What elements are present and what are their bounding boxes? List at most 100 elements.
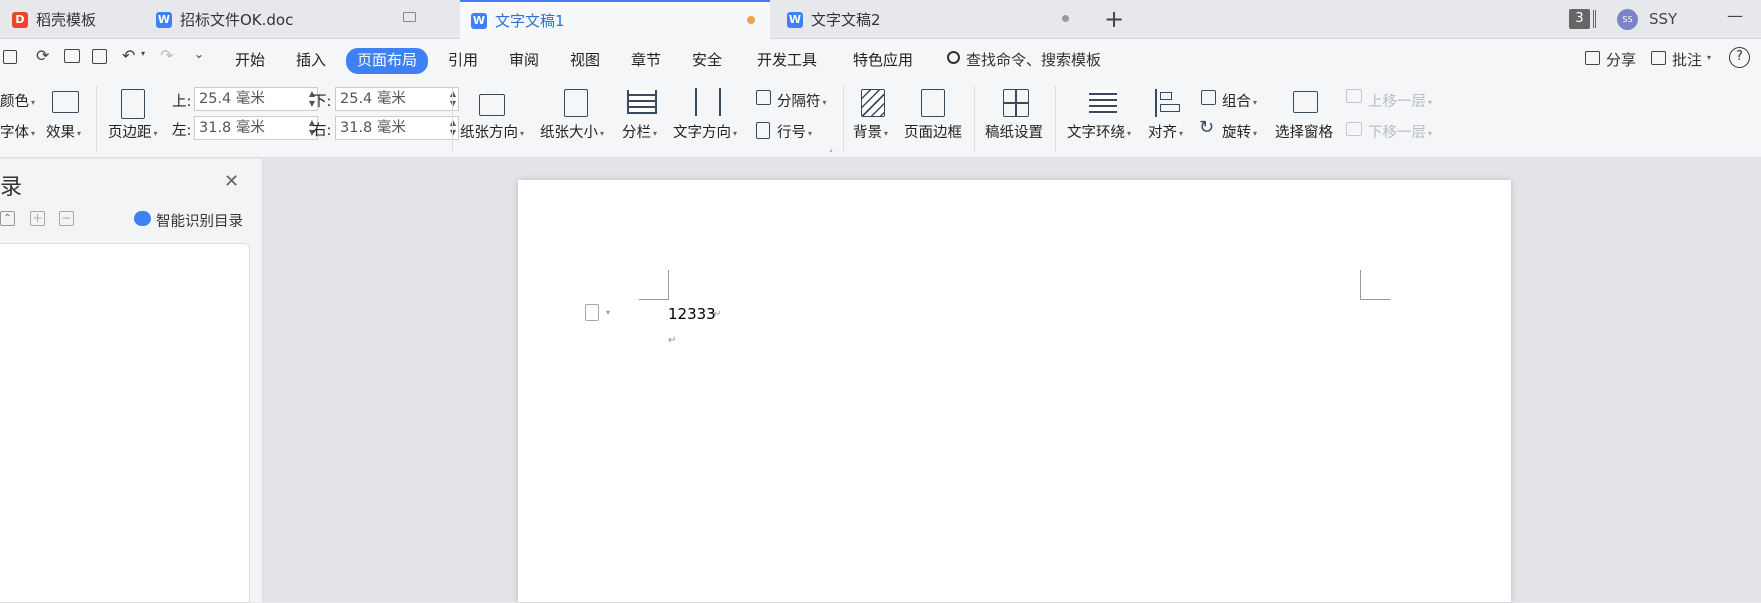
collapse-all-icon[interactable]: ⌃ xyxy=(0,211,15,226)
collapse-icon[interactable]: − xyxy=(59,211,74,226)
selection-pane-button[interactable]: 选择窗格 xyxy=(1275,121,1333,142)
wps-writer-icon: W xyxy=(156,11,172,28)
paper-size-button[interactable]: 纸张大小 ▾ xyxy=(540,121,604,142)
send-backward-button[interactable]: 下移一层 ▾ xyxy=(1368,121,1432,142)
expand-icon[interactable]: + xyxy=(30,211,45,226)
document-text-line[interactable]: 12333 xyxy=(668,305,716,323)
tab-security[interactable]: 安全 xyxy=(692,49,722,71)
user-name[interactable]: SSY xyxy=(1649,10,1677,28)
tab-document-1[interactable]: W 文字文稿1 xyxy=(460,0,770,39)
new-tab-button[interactable]: + xyxy=(1104,6,1124,32)
print-preview-icon[interactable] xyxy=(92,49,107,64)
rotate-label: 旋转 xyxy=(1222,125,1251,141)
share-icon xyxy=(1585,51,1600,65)
comment-button[interactable]: 批注 xyxy=(1672,49,1702,70)
tab-view[interactable]: 视图 xyxy=(570,49,600,71)
left-margin-value: 31.8 毫米 xyxy=(199,120,265,136)
theme-effects-label: 效果 xyxy=(46,125,75,141)
close-icon[interactable]: ✕ xyxy=(224,171,239,192)
orientation-button[interactable]: 纸张方向 ▾ xyxy=(460,121,524,142)
navigation-pane: 录 ✕ ⌃ + − 智能识别目录 xyxy=(0,159,263,603)
share-button[interactable]: 分享 xyxy=(1606,49,1636,70)
text-wrap-button[interactable]: 文字环绕 ▾ xyxy=(1067,121,1131,142)
paragraph-layout-dropdown-icon[interactable]: ▾ xyxy=(606,308,610,317)
columns-button[interactable]: 分栏 ▾ xyxy=(622,121,657,142)
effects-icon xyxy=(52,91,79,113)
format-painter-icon[interactable]: ⟳ xyxy=(36,46,49,65)
text-direction-button[interactable]: 文字方向 ▾ xyxy=(673,121,737,142)
margin-corner-top-left xyxy=(639,270,669,300)
left-margin-input[interactable]: 31.8 毫米 ▲ ▼ xyxy=(194,116,318,140)
group-button[interactable]: 组合 ▾ xyxy=(1222,90,1257,111)
background-button[interactable]: 背景 ▾ xyxy=(853,121,888,142)
smart-toc-button[interactable]: 智能识别目录 xyxy=(156,210,243,231)
paper-size-icon xyxy=(564,89,588,117)
align-button[interactable]: 对齐 ▾ xyxy=(1148,121,1183,142)
text-direction-icon xyxy=(695,88,721,116)
customize-quick-access-icon[interactable]: ⌄ xyxy=(194,47,204,61)
divider xyxy=(843,86,844,152)
save-icon[interactable] xyxy=(3,50,17,64)
manuscript-settings-button[interactable]: 稿纸设置 xyxy=(985,121,1043,142)
comment-dropdown-icon[interactable]: ▾ xyxy=(1707,53,1711,62)
toc-list xyxy=(0,243,250,603)
tab-chapter[interactable]: 章节 xyxy=(631,49,661,71)
orientation-icon xyxy=(479,94,505,116)
tab-developer[interactable]: 开发工具 xyxy=(757,49,817,71)
print-icon[interactable] xyxy=(64,49,80,63)
window-switch-icon[interactable] xyxy=(1593,10,1596,28)
page-border-button[interactable]: 页面边框 xyxy=(904,121,962,142)
search-command-box[interactable]: 查找命令、搜索模板 xyxy=(966,49,1101,70)
tab-label: 招标文件OK.doc xyxy=(180,11,294,29)
rotate-icon: ↻ xyxy=(1199,117,1215,138)
undo-icon[interactable]: ↶ xyxy=(122,46,135,65)
redo-icon[interactable]: ↷ xyxy=(160,46,173,65)
help-icon[interactable]: ? xyxy=(1729,47,1750,68)
window-count-badge[interactable]: 3 xyxy=(1569,9,1590,29)
top-margin-input[interactable]: 25.4 毫米 ▲ ▼ xyxy=(194,87,318,111)
bring-forward-button[interactable]: 上移一层 ▾ xyxy=(1368,90,1432,111)
avatar[interactable]: SS xyxy=(1617,9,1638,30)
wps-writer-icon: W xyxy=(471,12,487,29)
margin-corner-top-right xyxy=(1360,270,1390,300)
minimize-button[interactable]: — xyxy=(1727,6,1743,25)
tab-insert[interactable]: 插入 xyxy=(296,49,326,71)
right-margin-input[interactable]: 31.8 毫米▲▼ xyxy=(335,116,459,140)
left-margin-label: 左: xyxy=(172,123,192,139)
page-setup-launcher-icon[interactable]: ⌟ xyxy=(829,144,833,153)
theme-color-button[interactable]: 颜色 ▾ xyxy=(0,90,35,111)
paragraph-mark: ↵ xyxy=(668,335,677,346)
search-icon xyxy=(947,51,960,64)
margins-button[interactable]: 页边距 ▾ xyxy=(108,121,158,142)
comment-icon xyxy=(1651,51,1666,65)
align-icon xyxy=(1155,89,1181,117)
theme-font-button[interactable]: 字体 ▾ xyxy=(0,121,35,142)
tab-review[interactable]: 审阅 xyxy=(509,49,539,71)
bottom-margin-label: 下: xyxy=(312,94,332,110)
tab-document-2[interactable]: W 文字文稿2 xyxy=(772,0,1084,39)
columns-label: 分栏 xyxy=(622,125,651,141)
tab-page-layout[interactable]: 页面布局 xyxy=(346,48,429,74)
document-page[interactable]: ▾ 12333 ↵ ↵ xyxy=(518,180,1511,602)
line-numbers-button[interactable]: 行号 ▾ xyxy=(777,121,812,142)
send-backward-icon xyxy=(1346,122,1362,136)
bottom-margin-input[interactable]: 25.4 毫米▲▼ xyxy=(335,87,459,111)
divider xyxy=(452,86,453,152)
navigation-pane-title: 录 xyxy=(0,175,23,200)
tab-label: 稻壳模板 xyxy=(36,11,97,29)
tab-home[interactable]: 开始 xyxy=(235,49,265,71)
page-border-icon xyxy=(921,89,945,117)
tab-special-apps[interactable]: 特色应用 xyxy=(853,49,913,71)
tab-docer-templates[interactable]: D 稻壳模板 xyxy=(12,0,140,39)
tab-bid-document[interactable]: W 招标文件OK.doc xyxy=(141,0,459,39)
paragraph-layout-icon[interactable] xyxy=(585,304,599,321)
send-backward-label: 下移一层 xyxy=(1368,125,1426,141)
theme-font-label: 字体 xyxy=(0,125,29,141)
right-margin-label: 右: xyxy=(312,123,332,139)
theme-effects-button[interactable]: 效果 ▾ xyxy=(46,121,81,142)
rotate-button[interactable]: 旋转 ▾ xyxy=(1222,121,1257,142)
breaks-button[interactable]: 分隔符 ▾ xyxy=(777,90,827,111)
undo-dropdown-icon[interactable]: ▾ xyxy=(141,49,145,58)
paragraph-mark: ↵ xyxy=(713,309,722,320)
tab-references[interactable]: 引用 xyxy=(448,49,478,71)
